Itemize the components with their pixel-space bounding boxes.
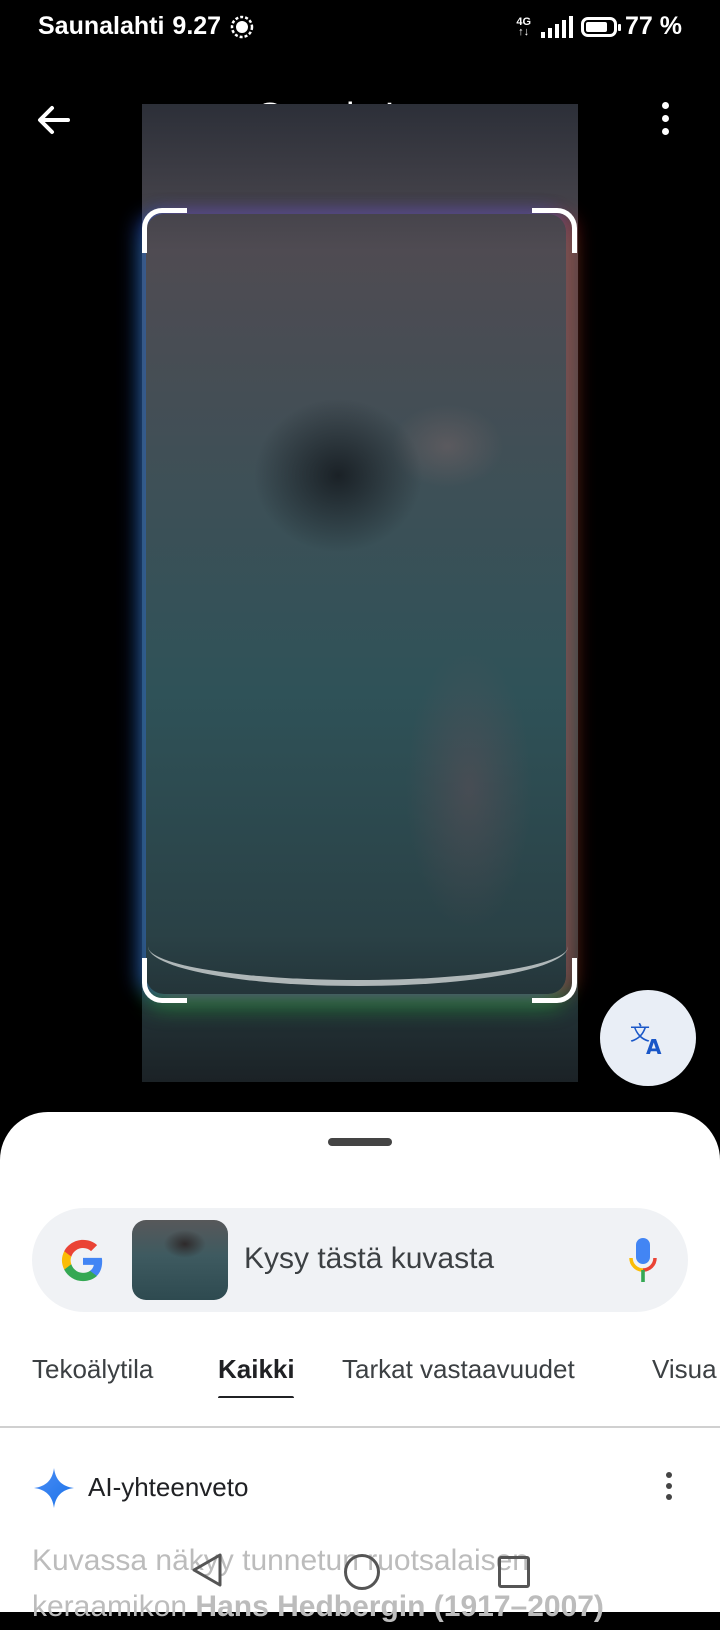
selection-frame[interactable] bbox=[146, 214, 566, 994]
active-tab-indicator bbox=[218, 1396, 294, 1398]
ai-overview-header: AI-yhteenveto bbox=[0, 1458, 720, 1518]
status-bar: Saunalahti 9.27 4G ↑↓ 77 % bbox=[0, 0, 720, 56]
tab-exact-matches[interactable]: Tarkat vastaavuudet bbox=[342, 1354, 575, 1385]
nav-back-icon[interactable] bbox=[190, 1552, 224, 1588]
google-g-icon bbox=[61, 1239, 103, 1282]
network-type: 4G ↑↓ bbox=[516, 15, 532, 38]
crop-handle-bottom-left[interactable] bbox=[142, 958, 187, 1003]
svg-text:A: A bbox=[646, 1035, 662, 1058]
results-sheet[interactable]: Kysy tästä kuvasta Tekoälytila Kaikki Ta… bbox=[0, 1112, 720, 1612]
system-nav-bar bbox=[0, 1540, 720, 1612]
results-tabs: Tekoälytila Kaikki Tarkat vastaavuudet V… bbox=[0, 1334, 720, 1398]
crop-handle-top-left[interactable] bbox=[142, 208, 187, 253]
translate-button[interactable]: 文 A bbox=[600, 990, 696, 1086]
gemini-spark-icon bbox=[34, 1468, 74, 1508]
status-left: Saunalahti 9.27 bbox=[38, 12, 255, 41]
mic-icon[interactable] bbox=[628, 1236, 658, 1284]
battery-percent: 77 % bbox=[625, 12, 682, 40]
battery-icon bbox=[581, 16, 622, 37]
clock: 9.27 bbox=[172, 12, 222, 40]
tabs-divider bbox=[0, 1426, 720, 1428]
query-image-thumbnail[interactable] bbox=[132, 1220, 228, 1300]
crop-handle-bottom-right[interactable] bbox=[532, 958, 577, 1003]
more-vert-icon[interactable] bbox=[666, 1472, 672, 1500]
tab-all[interactable]: Kaikki bbox=[218, 1354, 295, 1385]
tab-visual[interactable]: Visua bbox=[652, 1354, 717, 1385]
signal-icon bbox=[541, 15, 574, 38]
tab-ai-mode[interactable]: Tekoälytila bbox=[32, 1354, 153, 1385]
crop-handle-top-right[interactable] bbox=[532, 208, 577, 253]
status-right: 4G ↑↓ 77 % bbox=[516, 12, 682, 41]
messenger-icon bbox=[230, 15, 254, 38]
sheet-drag-handle[interactable] bbox=[328, 1138, 392, 1146]
nav-recents-icon[interactable] bbox=[498, 1556, 530, 1588]
more-vert-icon[interactable] bbox=[660, 102, 670, 135]
search-input[interactable]: Kysy tästä kuvasta bbox=[244, 1242, 494, 1276]
translate-icon: 文 A bbox=[630, 1021, 662, 1058]
carrier-label: Saunalahti bbox=[38, 12, 165, 40]
nav-home-icon[interactable] bbox=[344, 1554, 380, 1590]
search-bar[interactable]: Kysy tästä kuvasta bbox=[32, 1208, 688, 1312]
ai-overview-title: AI-yhteenveto bbox=[88, 1472, 249, 1502]
